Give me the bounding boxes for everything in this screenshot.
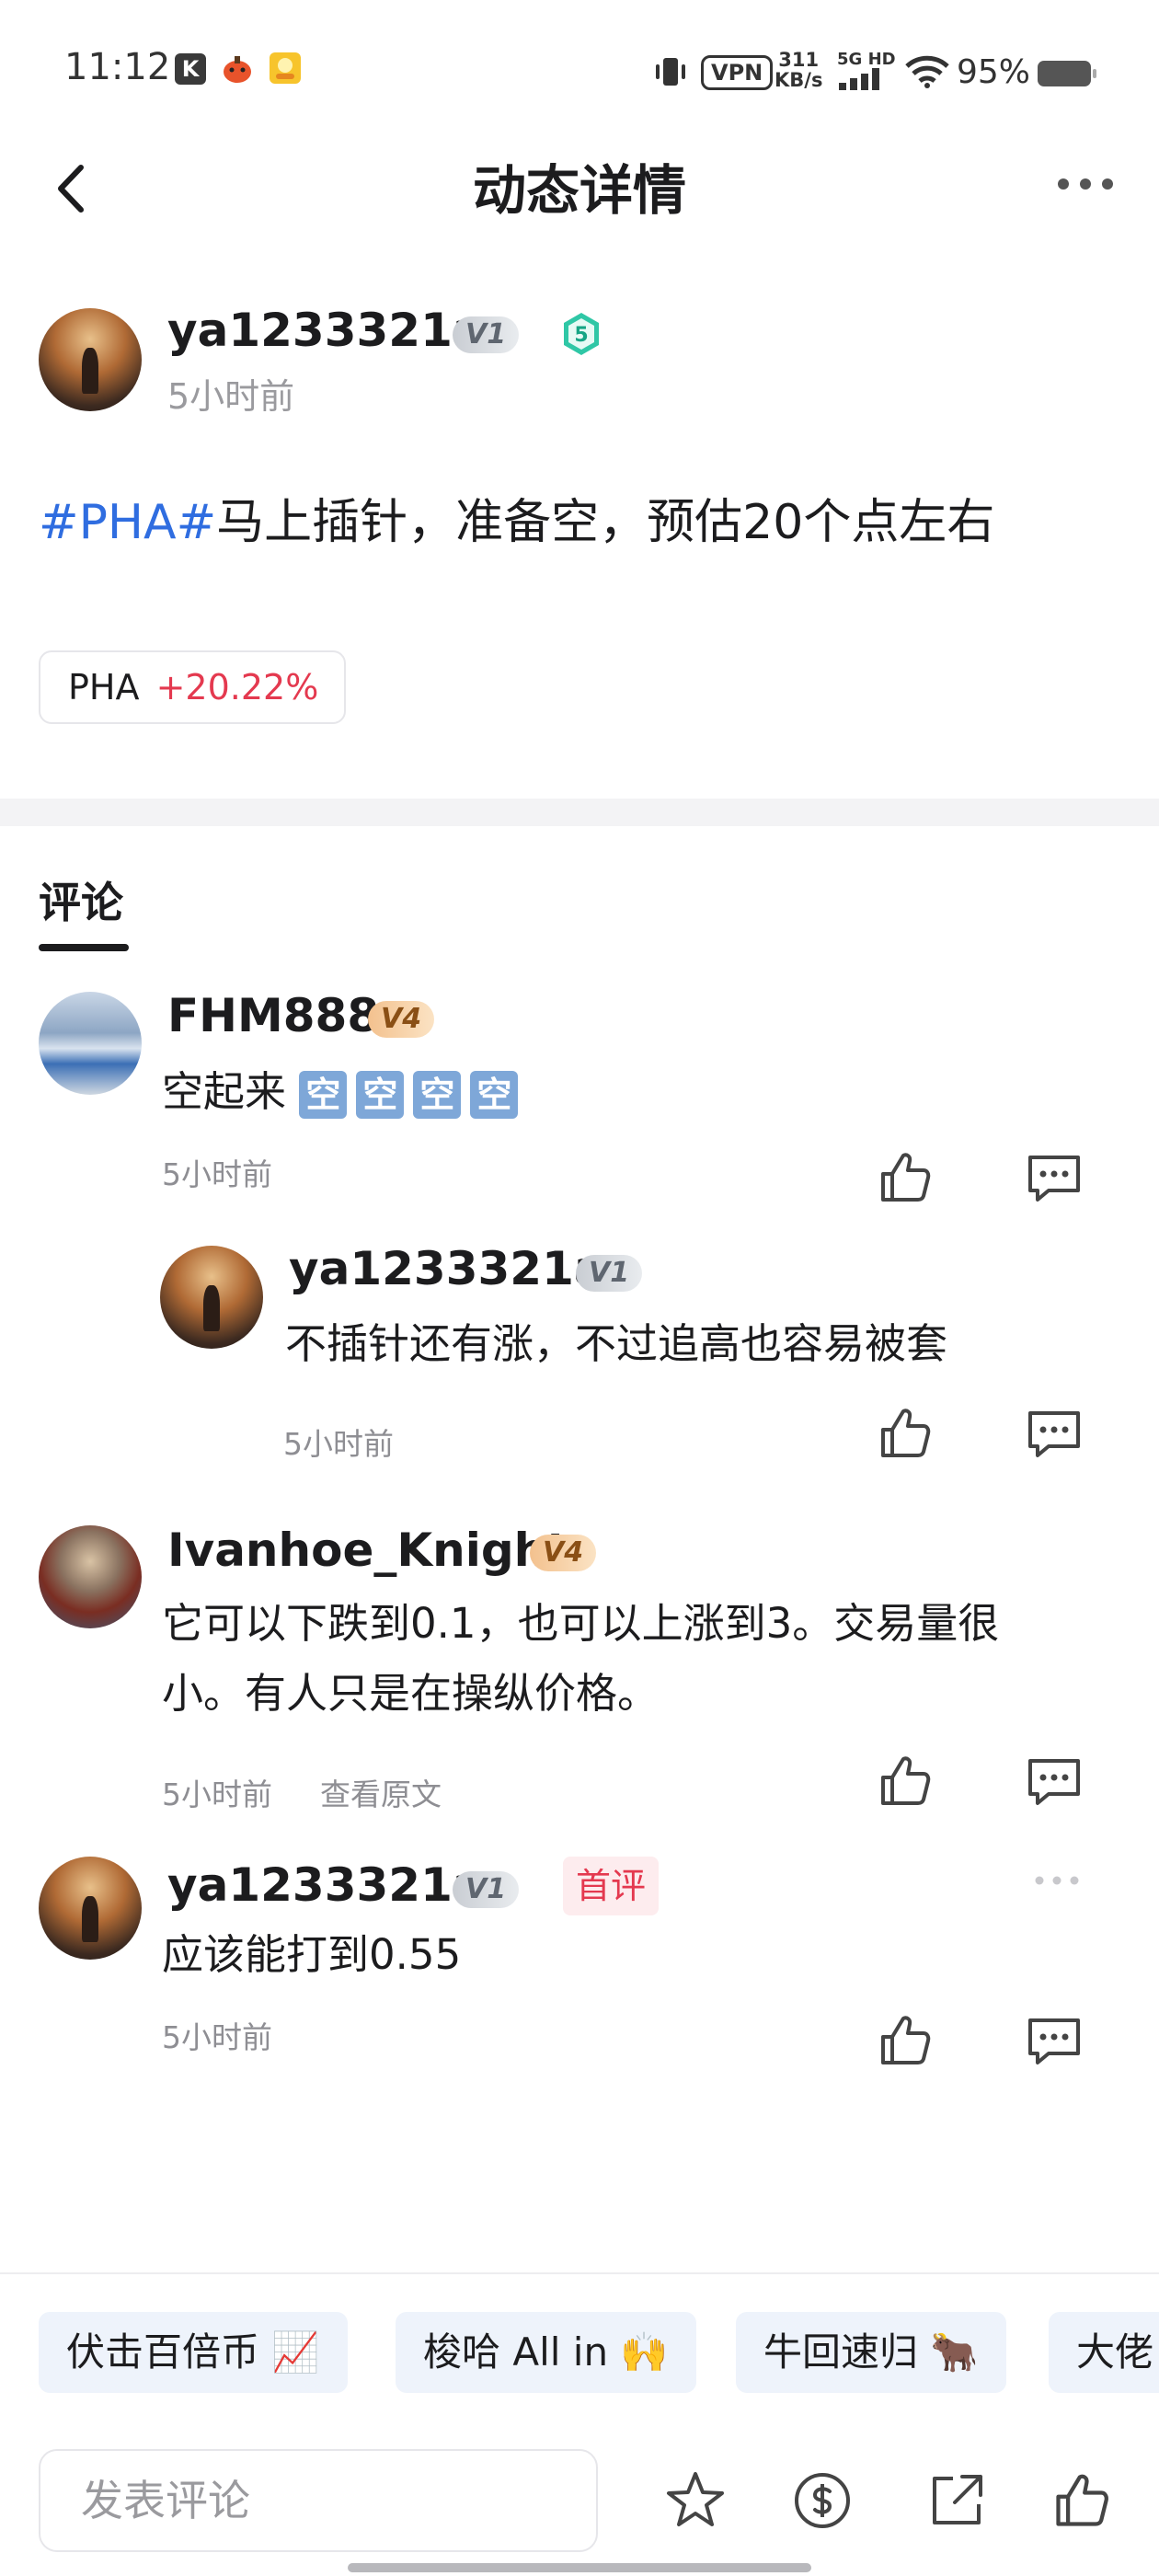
post-author-avatar[interactable]	[39, 308, 142, 411]
vip-badge: V4	[530, 1535, 597, 1571]
reply-icon[interactable]	[1025, 1752, 1084, 1811]
reply-time: 5小时前	[283, 1426, 394, 1462]
post-content: #PHA#马上插针，准备空，预估20个点左右	[39, 483, 994, 552]
level-badge-icon: 5	[564, 313, 599, 355]
quick-reply-chip[interactable]: 大佬	[1049, 2312, 1159, 2393]
net-speed-unit: KB/s	[775, 69, 823, 91]
wifi-icon	[905, 55, 949, 88]
like-icon[interactable]	[876, 1404, 935, 1463]
ticker-chip[interactable]: PHA +20.22%	[39, 650, 346, 724]
like-icon[interactable]	[876, 2011, 935, 2070]
battery-icon	[1038, 61, 1096, 86]
ticker-symbol: PHA	[68, 667, 140, 707]
reply-icon[interactable]	[1025, 1404, 1084, 1463]
section-divider	[0, 799, 1159, 826]
reply-text: 不插针还有涨，不过追高也容易被套	[285, 1319, 948, 1368]
reply-author[interactable]: ya1233321a	[289, 1242, 605, 1295]
comment-input[interactable]: 发表评论	[39, 2449, 598, 2552]
vpn-indicator: VPN	[701, 55, 774, 90]
vip-badge: V1	[453, 1871, 520, 1908]
battery-percent: 95%	[957, 53, 1031, 91]
comment-time: 5小时前	[162, 1777, 272, 1812]
level-number: 5	[574, 324, 588, 347]
comment-author[interactable]: ya1233321a	[167, 1858, 484, 1912]
comment-text: 空起来 空空空空	[162, 1058, 527, 1126]
emoji-kong: 空	[470, 1071, 519, 1119]
k-app-icon: K	[175, 53, 206, 85]
comment-time: 5小时前	[162, 1156, 272, 1192]
first-comment-badge: 首评	[563, 1857, 660, 1915]
reply-avatar[interactable]	[160, 1246, 263, 1349]
like-icon[interactable]	[876, 1148, 935, 1207]
vip-badge: V4	[368, 1001, 435, 1038]
like-post-icon[interactable]	[1050, 2469, 1113, 2532]
quick-reply-chip[interactable]: 牛回速归 🐂	[736, 2312, 1006, 2393]
page-title: 动态详情	[472, 159, 686, 222]
vip-badge: V1	[453, 316, 520, 353]
reply-icon[interactable]	[1025, 1148, 1084, 1207]
comment-author[interactable]: Ivanhoe_Knight	[167, 1524, 568, 1577]
post-author-name[interactable]: ya1233321a	[167, 304, 484, 357]
comment-more-icon[interactable]	[1034, 1873, 1080, 1888]
emoji-kong: 空	[413, 1071, 462, 1119]
comment-text-prefix: 空起来	[162, 1067, 287, 1116]
comment-avatar[interactable]	[39, 1857, 142, 1960]
comment-text-line2: 小。有人只是在操纵价格。	[162, 1669, 660, 1718]
vibrate-icon	[656, 58, 685, 86]
duck-app-icon	[270, 52, 301, 84]
more-options-icon[interactable]	[1056, 175, 1115, 193]
signal-icon	[839, 68, 879, 90]
post-hashtag[interactable]: #PHA#	[39, 495, 216, 550]
comments-tab[interactable]: 评论	[39, 869, 123, 930]
comment-author[interactable]: FHM888	[167, 989, 379, 1042]
like-icon[interactable]	[876, 1752, 935, 1811]
tab-underline	[39, 944, 129, 951]
comment-avatar[interactable]	[39, 992, 142, 1095]
vip-badge: V1	[576, 1255, 643, 1292]
comment-text: 应该能打到0.55	[162, 1930, 462, 1979]
star-icon[interactable]	[664, 2469, 727, 2532]
network-type: 5G HD	[837, 50, 896, 69]
net-speed: 311 KB/s	[775, 50, 822, 90]
post-text: 马上插针，准备空，预估20个点左右	[216, 495, 995, 550]
tip-coin-icon[interactable]	[791, 2469, 854, 2532]
bottom-divider	[0, 2272, 1159, 2274]
net-speed-value: 311	[778, 49, 820, 71]
reply-icon[interactable]	[1025, 2011, 1084, 2070]
post-time: 5小时前	[167, 376, 295, 417]
ticker-change: +20.22%	[155, 667, 319, 707]
quick-reply-chip[interactable]: 伏击百倍币 📈	[39, 2312, 348, 2393]
share-icon[interactable]	[925, 2469, 988, 2532]
comment-text-line1: 它可以下跌到0.1，也可以上涨到3。交易量很	[162, 1599, 1000, 1648]
home-indicator[interactable]	[348, 2563, 811, 2572]
status-time: 11:12	[64, 46, 171, 88]
comment-avatar[interactable]	[39, 1525, 142, 1628]
view-original-link[interactable]: 查看原文	[320, 1770, 442, 1814]
emoji-kong: 空	[356, 1071, 405, 1119]
halloween-app-icon	[224, 56, 251, 83]
emoji-kong: 空	[299, 1071, 348, 1119]
quick-reply-chip[interactable]: 梭哈 All in 🙌	[396, 2312, 696, 2393]
comment-time: 5小时前	[162, 2019, 272, 2055]
